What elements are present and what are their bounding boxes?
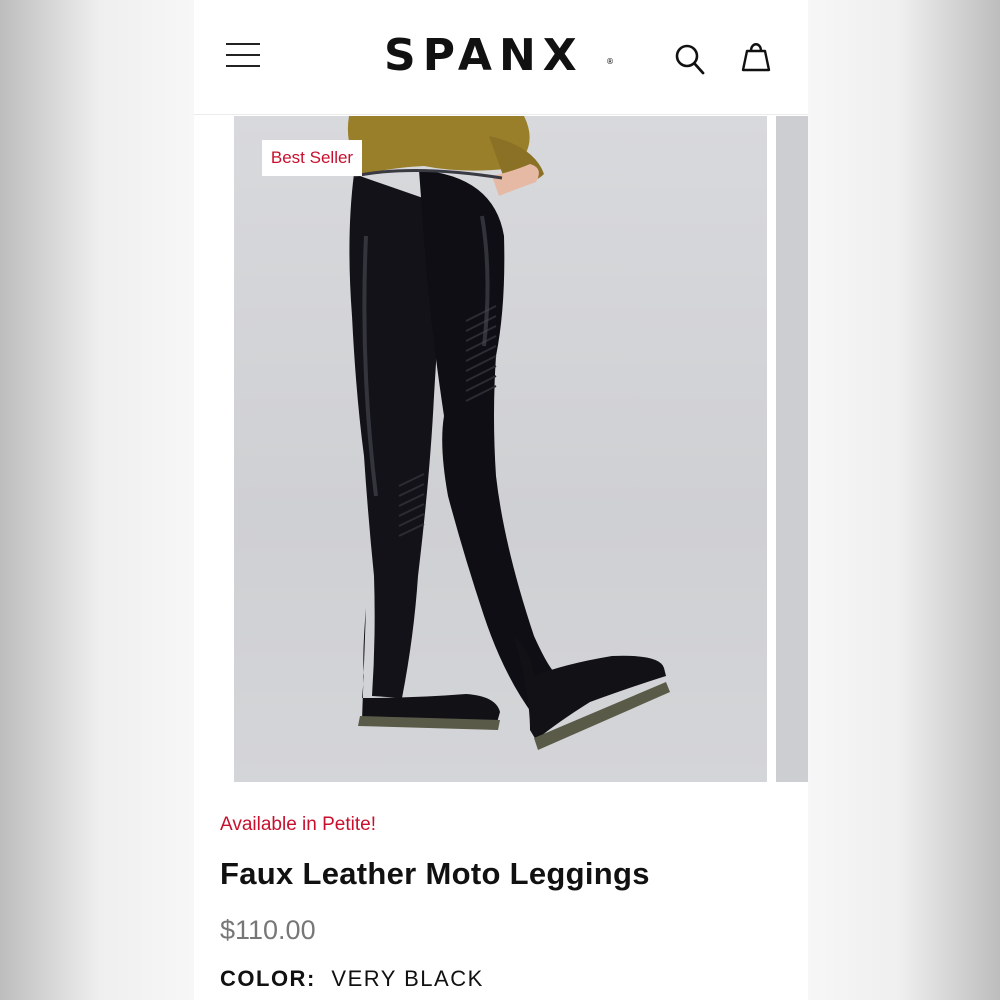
best-seller-badge: Best Seller [262, 140, 362, 176]
color-label: COLOR: [220, 966, 316, 991]
spanx-logo[interactable]: SPANX ® [384, 30, 624, 82]
product-image-main[interactable]: Best Seller [234, 116, 767, 782]
product-image-next-peek[interactable] [776, 116, 808, 782]
petite-availability-text: Available in Petite! [220, 814, 376, 835]
product-price: $110.00 [220, 915, 316, 945]
product-title: Faux Leather Moto Leggings [220, 856, 650, 891]
shopping-bag-icon[interactable] [738, 38, 774, 74]
site-header: SPANX ® [194, 0, 808, 115]
hamburger-menu-icon[interactable] [226, 40, 260, 70]
product-photo [347, 116, 670, 750]
phone-screen: SPANX ® Best Seller Available in Petite!… [194, 0, 808, 1000]
color-selection: COLOR: VERY BLACK [220, 966, 484, 992]
logo-text: SPANX [384, 30, 584, 81]
color-value: VERY BLACK [331, 966, 484, 991]
product-image-carousel[interactable]: Best Seller [194, 116, 808, 782]
search-icon[interactable] [674, 42, 708, 78]
registered-mark: ® [606, 57, 614, 66]
